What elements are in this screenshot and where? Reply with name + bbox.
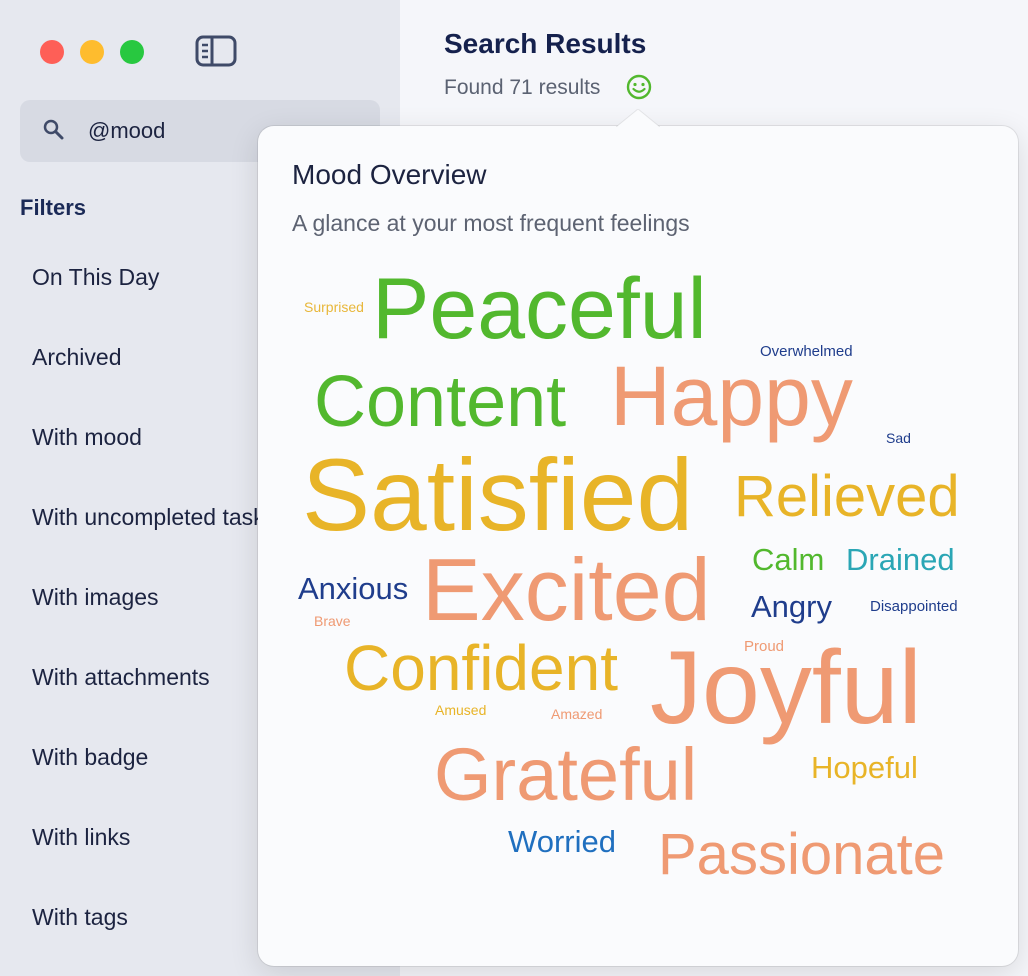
filter-with-tags[interactable]: With tags	[32, 904, 128, 931]
result-count: Found 71 results	[444, 76, 601, 99]
mood-word-disappointed: Disappointed	[870, 598, 958, 615]
filters-heading: Filters	[20, 195, 87, 220]
mood-overview-popover: Mood Overview A glance at your most freq…	[258, 109, 1018, 966]
mood-word-worried: Worried	[508, 824, 616, 859]
mood-word-content: Content	[314, 362, 567, 442]
popover-arrow	[616, 109, 660, 127]
mood-word-joyful: Joyful	[650, 630, 922, 746]
search-icon	[43, 119, 64, 140]
mood-word-angry: Angry	[751, 589, 832, 624]
mood-word-confident: Confident	[344, 632, 618, 704]
mood-word-brave: Brave	[314, 613, 351, 629]
filter-with-attachments[interactable]: With attachments	[32, 664, 210, 691]
search-query-text[interactable]: @mood	[88, 118, 165, 144]
mood-word-amazed: Amazed	[551, 706, 603, 722]
mood-word-peaceful: Peaceful	[372, 261, 707, 357]
minimize-window-button[interactable]	[80, 40, 104, 64]
mood-word-excited: Excited	[422, 540, 711, 639]
mood-word-sad: Sad	[886, 430, 911, 446]
filter-with-badge[interactable]: With badge	[32, 744, 148, 771]
filter-on-this-day[interactable]: On This Day	[32, 264, 159, 291]
page-title: Search Results	[444, 28, 647, 59]
popover-subtitle: A glance at your most frequent feelings	[292, 210, 690, 236]
filter-with-links[interactable]: With links	[32, 824, 130, 851]
mood-word-anxious: Anxious	[298, 571, 409, 606]
mood-word-drained: Drained	[846, 542, 955, 577]
mood-word-hopeful: Hopeful	[811, 750, 918, 785]
sidebar-toggle-icon[interactable]	[194, 34, 238, 68]
mood-word-surprised: Surprised	[304, 299, 364, 315]
mood-word-calm: Calm	[752, 542, 825, 577]
close-window-button[interactable]	[40, 40, 64, 64]
mood-word-happy: Happy	[610, 349, 853, 443]
zoom-window-button[interactable]	[120, 40, 144, 64]
filter-with-mood[interactable]: With mood	[32, 424, 142, 451]
filter-with-uncompleted-tasks[interactable]: With uncompleted tasks	[32, 504, 276, 531]
mood-word-amused: Amused	[435, 702, 487, 718]
mood-word-satisfied: Satisfied	[302, 438, 694, 552]
mood-word-grateful: Grateful	[434, 733, 698, 816]
mood-word-relieved: Relieved	[734, 464, 960, 529]
filter-archived[interactable]: Archived	[32, 344, 121, 371]
mood-word-passionate: Passionate	[658, 822, 945, 887]
filter-with-images[interactable]: With images	[32, 584, 159, 611]
smiley-face-icon[interactable]	[626, 74, 652, 100]
popover-title: Mood Overview	[292, 159, 487, 190]
